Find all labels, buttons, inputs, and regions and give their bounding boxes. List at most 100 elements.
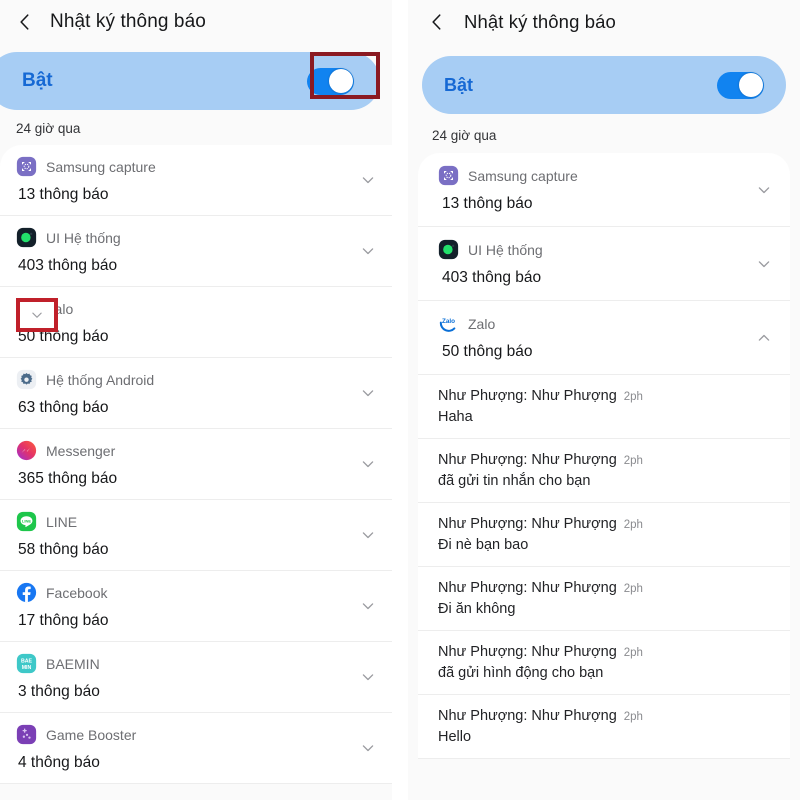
app-title-line: LINE LINE (16, 511, 350, 532)
app-count: 365 thông báo (18, 470, 118, 487)
chevron-left-icon[interactable] (426, 11, 448, 33)
notification-title: Như Phượng: Như Phượng (438, 644, 617, 660)
chevron-down-icon[interactable] (358, 525, 378, 545)
notification-row[interactable]: Như Phượng: Như Phượng 2ph đã gửi tin nh… (418, 439, 790, 503)
notification-title: Như Phượng: Như Phượng (438, 580, 617, 596)
chevron-left-icon[interactable] (14, 11, 36, 33)
app-count: 4 thông báo (18, 754, 100, 771)
game-booster-icon (16, 724, 37, 745)
left-header: Nhật ký thông báo (0, 0, 392, 44)
app-name: Zalo (468, 315, 496, 332)
app-title-line: BAE MIN BAEMIN (16, 653, 350, 674)
left-master-toggle-row[interactable]: Bật (0, 52, 380, 110)
notification-body: đã gửi tin nhắn cho bạn (438, 473, 591, 489)
left-section-label: 24 giờ qua (16, 121, 81, 136)
app-row-system-ui[interactable]: UI Hệ thống 403 thông báo (0, 216, 392, 287)
system-ui-icon (438, 239, 459, 260)
app-info: BAE MIN BAEMIN 3 thông báo (16, 653, 350, 701)
app-title-line: Hệ thống Android (16, 369, 350, 390)
notification-time: 2ph (623, 455, 643, 467)
chevron-up-icon[interactable] (754, 328, 774, 348)
app-name: Messenger (46, 442, 116, 459)
chevron-down-icon[interactable] (358, 241, 378, 261)
app-row-messenger[interactable]: Messenger 365 thông báo (0, 429, 392, 500)
app-row-system-ui[interactable]: UI Hệ thống 403 thông báo (418, 227, 790, 301)
right-header: Nhật ký thông báo (408, 0, 800, 44)
notification-time: 2ph (623, 519, 643, 531)
app-name: LINE (46, 513, 78, 530)
chevron-down-icon[interactable] (754, 254, 774, 274)
line-icon: LINE (16, 511, 37, 532)
app-row-samsung-capture[interactable]: Samsung capture 13 thông báo (418, 153, 790, 227)
master-toggle-label: Bật (444, 74, 474, 95)
app-row-facebook[interactable]: Facebook 17 thông báo (0, 571, 392, 642)
app-title-line: Game Booster (16, 724, 350, 745)
right-section-label: 24 giờ qua (432, 128, 497, 143)
notification-row[interactable]: Như Phượng: Như Phượng 2ph Đi nè bạn bao (418, 503, 790, 567)
app-name: Game Booster (46, 726, 137, 743)
app-info: Samsung capture 13 thông báo (438, 165, 746, 213)
app-row-android-system[interactable]: Hệ thống Android 63 thông báo (0, 358, 392, 429)
zalo-icon: Zalo (438, 313, 459, 334)
app-count: 17 thông báo (18, 612, 109, 629)
app-row-line[interactable]: LINE LINE 58 thông báo (0, 500, 392, 571)
right-phone-screen: Nhật ký thông báo Bật 24 giờ qua Samsung… (408, 0, 800, 800)
annotation-box-chevron[interactable] (16, 298, 58, 332)
notification-time: 2ph (623, 711, 643, 723)
left-phone-screen: Nhật ký thông báo Bật 24 giờ qua Samsung… (0, 0, 392, 800)
notification-row[interactable]: Như Phượng: Như Phượng 2ph Đi ăn không (418, 567, 790, 631)
notification-title: Như Phượng: Như Phượng (438, 708, 617, 724)
app-info: Hệ thống Android 63 thông báo (16, 369, 350, 417)
app-title-line: UI Hệ thống (438, 239, 746, 260)
notification-title: Như Phượng: Như Phượng (438, 516, 617, 532)
notification-title-line: Như Phượng: Như Phượng 2ph (438, 388, 772, 404)
system-ui-icon (16, 227, 37, 248)
notification-time: 2ph (623, 583, 643, 595)
page-title: Nhật ký thông báo (464, 11, 616, 32)
messenger-icon (16, 440, 37, 461)
notification-title-line: Như Phượng: Như Phượng 2ph (438, 644, 772, 660)
svg-text:Zalo: Zalo (442, 318, 455, 325)
app-row-zalo[interactable]: Zalo Zalo 50 thông báo (0, 287, 392, 358)
notification-row[interactable]: Như Phượng: Như Phượng 2ph đã gửi hình đ… (418, 631, 790, 695)
facebook-icon (16, 582, 37, 603)
app-row-zalo[interactable]: Zalo Zalo 50 thông báo (418, 301, 790, 375)
app-info: Facebook 17 thông báo (16, 582, 350, 630)
notification-body: Hello (438, 729, 472, 745)
chevron-down-icon[interactable] (358, 383, 378, 403)
chevron-down-icon[interactable] (754, 180, 774, 200)
right-master-toggle-row[interactable]: Bật (422, 56, 786, 114)
master-toggle-label: Bật (22, 70, 53, 91)
app-row-samsung-capture[interactable]: Samsung capture 13 thông báo (0, 145, 392, 216)
notification-row[interactable]: Như Phượng: Như Phượng 2ph Hello (418, 695, 790, 759)
chevron-down-icon[interactable] (358, 596, 378, 616)
app-name: Samsung capture (46, 158, 156, 175)
samsung-capture-icon (438, 165, 459, 186)
master-toggle-switch[interactable] (717, 71, 764, 99)
svg-text:LINE: LINE (22, 518, 31, 523)
app-info: Samsung capture 13 thông báo (16, 156, 350, 204)
app-count: 403 thông báo (18, 257, 118, 274)
app-title-line: Zalo Zalo (16, 298, 378, 319)
page-title: Nhật ký thông báo (50, 11, 206, 32)
chevron-down-icon[interactable] (358, 454, 378, 474)
master-toggle-switch[interactable] (307, 67, 354, 95)
notification-row[interactable]: Như Phượng: Như Phượng 2ph Haha (418, 375, 790, 439)
app-name: Facebook (46, 584, 108, 601)
chevron-down-icon[interactable] (358, 667, 378, 687)
notification-title-line: Như Phượng: Như Phượng 2ph (438, 452, 772, 468)
app-count: 13 thông báo (18, 186, 109, 203)
chevron-down-icon[interactable] (358, 738, 378, 758)
app-row-game-booster[interactable]: Game Booster 4 thông báo (0, 713, 392, 784)
app-title-line: Samsung capture (16, 156, 350, 177)
notification-time: 2ph (623, 647, 643, 659)
chevron-down-icon[interactable] (358, 170, 378, 190)
app-name: BAEMIN (46, 655, 100, 672)
app-info: UI Hệ thống 403 thông báo (16, 227, 350, 275)
dual-screenshot-container: Nhật ký thông báo Bật 24 giờ qua Samsung… (0, 0, 800, 800)
app-row-baemin[interactable]: BAE MIN BAEMIN 3 thông báo (0, 642, 392, 713)
switch-knob (328, 69, 353, 93)
chevron-down-icon[interactable] (28, 306, 46, 324)
notification-body: Haha (438, 409, 473, 425)
app-title-line: Facebook (16, 582, 350, 603)
